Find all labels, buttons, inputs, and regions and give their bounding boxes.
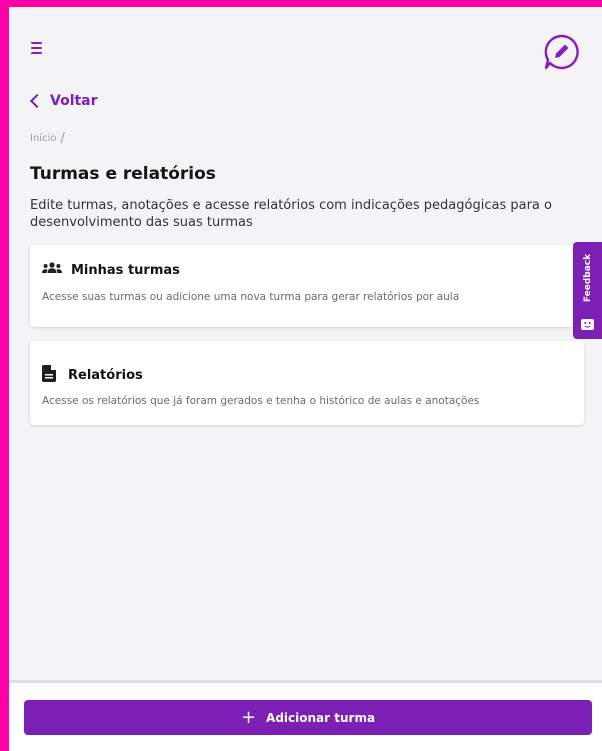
top-bar <box>9 7 602 87</box>
card-description: Acesse os relatórios que já foram gerado… <box>42 395 480 407</box>
add-class-button[interactable]: + Adicionar turma <box>24 700 592 735</box>
card-header: Minhas turmas <box>42 262 180 278</box>
card-description: Acesse suas turmas ou adicione uma nova … <box>42 291 460 303</box>
plus-icon: + <box>240 706 257 728</box>
card-header: Relatórios <box>42 365 143 386</box>
feedback-label: Feedback <box>582 253 593 303</box>
hamburger-menu-icon[interactable] <box>31 37 57 59</box>
page-title: Turmas e relatórios <box>30 164 216 184</box>
breadcrumb-separator: / <box>60 131 65 146</box>
document-icon <box>42 365 56 386</box>
bottom-action-bar: + Adicionar turma <box>9 680 602 751</box>
card-title: Relatórios <box>68 368 143 383</box>
breadcrumb-home-link[interactable]: Início <box>30 133 56 144</box>
pencil-chat-icon[interactable] <box>542 33 580 71</box>
app-screen: Voltar Início / Turmas e relatórios Edit… <box>9 7 602 751</box>
page-description: Edite turmas, anotações e acesse relatór… <box>30 198 552 230</box>
feedback-face-icon <box>581 315 594 330</box>
breadcrumb: Início / <box>30 131 65 146</box>
chevron-left-icon <box>29 93 45 109</box>
my-classes-card[interactable]: Minhas turmas Acesse suas turmas ou adic… <box>30 245 584 327</box>
reports-card[interactable]: Relatórios Acesse os relatórios que já f… <box>30 341 584 425</box>
feedback-tab[interactable]: Feedback <box>573 242 602 339</box>
users-group-icon <box>42 262 62 278</box>
add-class-button-label: Adicionar turma <box>266 710 376 725</box>
back-button-label: Voltar <box>50 93 98 109</box>
card-title: Minhas turmas <box>71 262 180 278</box>
back-button[interactable]: Voltar <box>29 91 98 111</box>
